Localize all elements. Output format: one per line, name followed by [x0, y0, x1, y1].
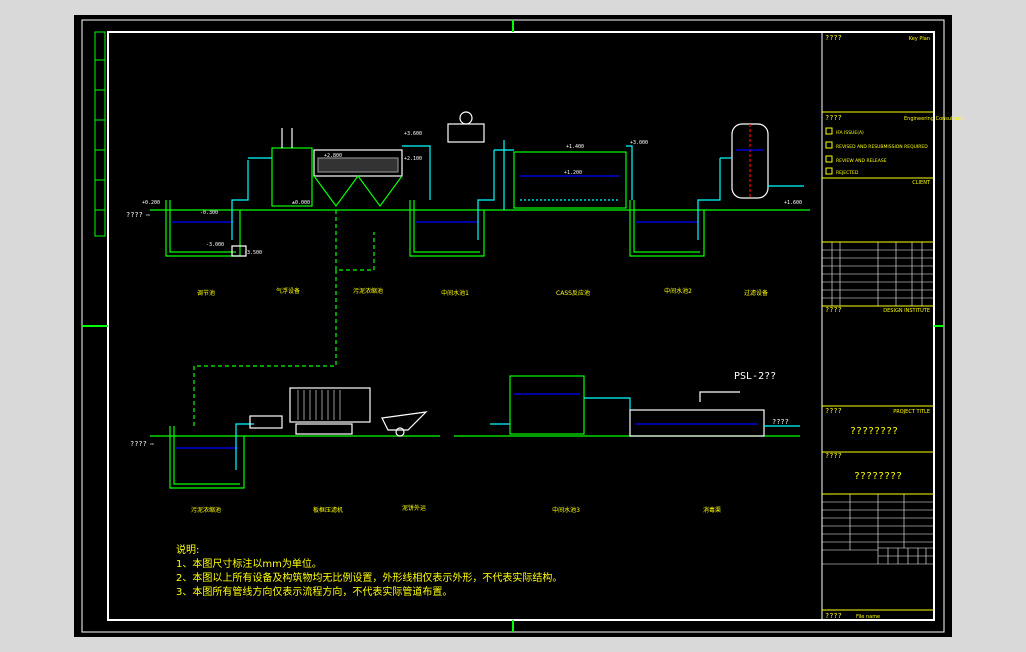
- revision-item: REJECTED: [836, 170, 859, 176]
- dwg-title-value: ????????: [854, 471, 902, 482]
- client-label: CLIENT: [912, 180, 931, 186]
- dwg-title-cn-label: ????: [825, 452, 842, 460]
- title-block-top-label: ????: [825, 34, 842, 42]
- project-title-label: PROJECT TITLE: [893, 409, 930, 415]
- svg-text:+2.100: +2.100: [404, 156, 422, 162]
- lower-outlet-label: ????: [772, 418, 789, 426]
- lower-inlet-label: ????: [130, 440, 147, 448]
- structure-label: 污泥浓缩池: [353, 287, 383, 295]
- inlet-arrow-icon: ⇨: [150, 440, 154, 448]
- design-institute-label: DESIGN INSTITUTE: [883, 308, 930, 314]
- revision-item: REVISED AND RESUBMISSION REQUIRED: [836, 144, 928, 150]
- structure-label: 污泥浓缩池: [191, 506, 221, 514]
- design-label: ????: [825, 306, 842, 314]
- revision-item: IFA ISSUE(A): [836, 130, 864, 136]
- svg-text:+1.200: +1.200: [564, 170, 582, 176]
- svg-text:+1.600: +1.600: [784, 200, 802, 206]
- structure-label: 中间水池3: [552, 506, 580, 514]
- engineering-consultant-label: Engineering Consultant: [904, 116, 963, 122]
- structure-label: 气浮设备: [276, 287, 300, 295]
- note-item: 3、本图所有管线方向仅表示流程方向，不代表实际管道布置。: [176, 587, 453, 598]
- structure-label: CASS反应池: [556, 289, 590, 297]
- drawing-notes: 说明: 1、本图尺寸标注以mm为单位。 2、本图以上所有设备及构筑物均无比例设置…: [176, 544, 562, 600]
- structure-label: 过滤设备: [744, 289, 768, 297]
- svg-text:-3.000: -3.000: [206, 242, 224, 248]
- note-item: 1、本图尺寸标注以mm为单位。: [176, 559, 322, 570]
- structure-label: 泥饼外运: [402, 504, 426, 512]
- svg-text:+3.000: +3.000: [630, 140, 648, 146]
- flow-label-psl: PSL-2??: [734, 371, 776, 382]
- svg-text:+2.800: +2.800: [324, 153, 342, 159]
- svg-text:±0.000: ±0.000: [292, 200, 310, 206]
- project-title-value: ????????: [850, 426, 898, 437]
- svg-text:-0.300: -0.300: [200, 210, 218, 216]
- file-name-value: File name: [856, 614, 880, 620]
- svg-text:+1.400: +1.400: [566, 144, 584, 150]
- issue-label: ????: [825, 114, 842, 122]
- key-plan-label: Key Plan: [909, 36, 930, 42]
- structure-label: 板框压滤机: [313, 506, 343, 514]
- structure-label: 中间水池2: [664, 287, 692, 295]
- upper-inlet-label: ????: [126, 211, 143, 219]
- revision-item: REVIEW AND RELEASE: [836, 158, 887, 164]
- svg-text:+3.600: +3.600: [404, 131, 422, 137]
- svg-text:-3.500: -3.500: [244, 250, 262, 256]
- file-name-label: ????: [825, 612, 842, 620]
- note-item: 2、本图以上所有设备及构筑物均无比例设置，外形线相仅表示外形，不代表实际结构。: [176, 573, 563, 584]
- structure-label: 中间水池1: [441, 289, 469, 297]
- notes-heading: 说明:: [176, 545, 200, 556]
- project-title-cn-label: ????: [825, 407, 842, 415]
- svg-text:+0.200: +0.200: [142, 200, 160, 206]
- structure-label: 调节池: [197, 289, 215, 297]
- inlet-arrow-icon: ⇨: [146, 211, 150, 219]
- structure-label: 消毒渠: [703, 506, 721, 514]
